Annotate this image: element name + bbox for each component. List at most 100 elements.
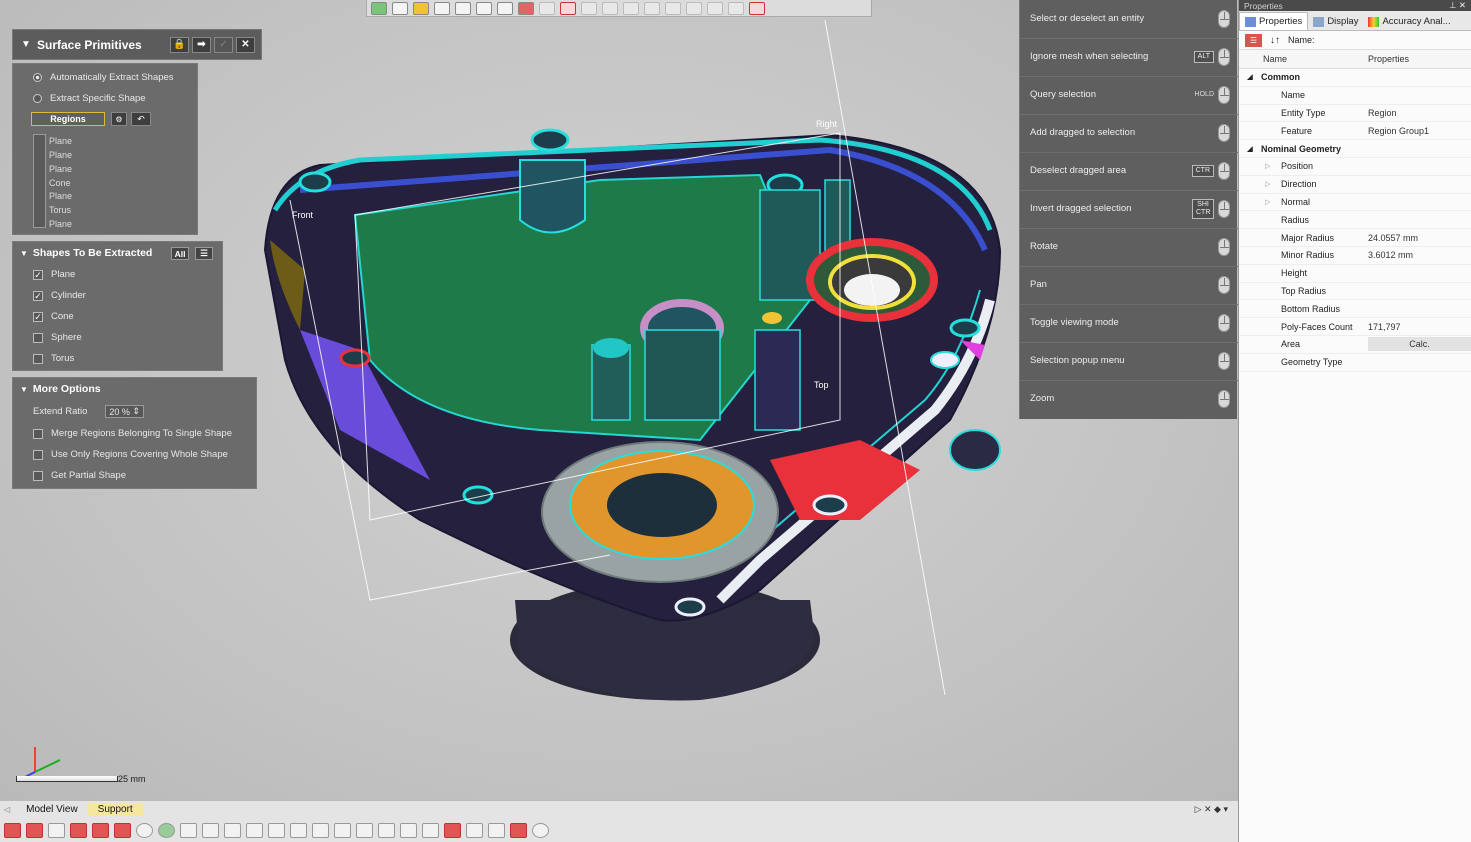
support-tool-icon[interactable] xyxy=(422,822,439,838)
shape-option-plane[interactable]: ✓ Plane xyxy=(33,269,75,280)
table-row[interactable]: Feature Region Group1 xyxy=(1239,122,1471,141)
poly-select-icon[interactable] xyxy=(602,1,618,15)
lock-button[interactable]: 🔒 xyxy=(170,36,189,53)
render-mode-icon[interactable] xyxy=(413,1,429,15)
support-tool-icon[interactable] xyxy=(158,822,175,838)
categorized-view-icon[interactable]: ☰ xyxy=(1245,33,1262,47)
scroll-left-icon[interactable]: ◁ xyxy=(4,805,10,814)
circle-select-icon[interactable] xyxy=(581,1,597,15)
radio-auto-indicator[interactable] xyxy=(33,73,42,82)
tab-controls-icon[interactable]: ▷ ✕ ◆ ▾ xyxy=(1195,804,1228,815)
region-list-item[interactable]: Plane xyxy=(49,191,72,201)
region-list-item[interactable]: Plane xyxy=(49,164,72,174)
shape-option-torus[interactable]: Torus xyxy=(33,353,74,364)
support-tool-icon[interactable] xyxy=(92,822,109,838)
table-row[interactable]: ◢ Common xyxy=(1239,69,1471,87)
support-tool-icon[interactable] xyxy=(70,822,87,838)
support-tool-icon[interactable] xyxy=(378,822,395,838)
front-view-icon[interactable] xyxy=(434,1,450,15)
expand-icon[interactable]: ◢ xyxy=(1239,73,1261,81)
select-mode-icon[interactable] xyxy=(518,1,534,15)
region-list-item[interactable]: Cone xyxy=(49,178,71,188)
home-view-icon[interactable] xyxy=(371,1,387,15)
brush-select-icon[interactable] xyxy=(644,1,660,15)
whole-shape-option[interactable]: Use Only Regions Covering Whole Shape xyxy=(33,449,228,460)
support-tool-icon[interactable] xyxy=(444,822,461,838)
calc-area-button[interactable]: Calc. xyxy=(1368,337,1471,352)
next-button[interactable]: ➡ xyxy=(192,36,211,53)
shape-option-cone[interactable]: ✓ Cone xyxy=(33,311,74,322)
table-row[interactable]: Name xyxy=(1239,87,1471,105)
expand-arrow-icon[interactable]: ▷ xyxy=(1239,162,1281,170)
table-row[interactable]: Bottom Radius xyxy=(1239,300,1471,319)
table-row[interactable]: Radius xyxy=(1239,211,1471,230)
paint-select-icon[interactable] xyxy=(665,1,681,15)
region-list-item[interactable]: Plane xyxy=(49,150,72,160)
shapes-section-header[interactable]: ▼ Shapes To Be Extracted xyxy=(13,242,222,264)
checkbox-partial-shape[interactable] xyxy=(33,470,43,481)
table-row[interactable]: ▷ Direction xyxy=(1239,176,1471,194)
support-tool-icon[interactable] xyxy=(532,822,549,838)
support-tool-icon[interactable] xyxy=(466,822,483,838)
support-tool-icon[interactable] xyxy=(114,822,131,838)
support-tool-icon[interactable] xyxy=(4,822,21,838)
smart-select-icon[interactable] xyxy=(728,1,744,15)
support-tool-icon[interactable] xyxy=(356,822,373,838)
close-button[interactable]: ✕ xyxy=(236,36,255,53)
support-tool-icon[interactable] xyxy=(510,822,527,838)
cube-view-icon[interactable] xyxy=(392,1,408,15)
support-tool-icon[interactable] xyxy=(26,822,43,838)
checkbox-torus[interactable] xyxy=(33,353,43,364)
table-row[interactable]: Top Radius xyxy=(1239,283,1471,301)
radio-specific-indicator[interactable] xyxy=(33,94,42,103)
table-row[interactable]: ▷ Position xyxy=(1239,158,1471,176)
checkbox-cylinder[interactable]: ✓ xyxy=(33,290,43,301)
support-tool-icon[interactable] xyxy=(202,822,219,838)
clip-icon[interactable] xyxy=(476,1,492,15)
select-all-button[interactable]: All xyxy=(171,247,189,260)
rect-select-icon[interactable] xyxy=(560,1,576,15)
support-tool-icon[interactable] xyxy=(246,822,263,838)
extension-select-icon[interactable] xyxy=(707,1,723,15)
tab-display[interactable]: Display xyxy=(1308,13,1363,30)
sort-alpha-icon[interactable]: ↓↑ xyxy=(1270,35,1280,46)
tab-accuracy-analyzer[interactable]: Accuracy Anal... xyxy=(1363,13,1455,30)
merge-regions-option[interactable]: Merge Regions Belonging To Single Shape xyxy=(33,428,232,439)
radio-specific-extract[interactable]: Extract Specific Shape xyxy=(33,93,146,104)
support-tool-icon[interactable] xyxy=(224,822,241,838)
ok-button[interactable]: ✓ xyxy=(214,36,233,53)
support-tool-icon[interactable] xyxy=(180,822,197,838)
checkbox-whole-shape[interactable] xyxy=(33,449,43,460)
shapes-options-button[interactable]: ☰ xyxy=(195,247,213,260)
checkbox-merge-regions[interactable] xyxy=(33,428,43,439)
table-row[interactable]: Major Radius 24.0557 mm xyxy=(1239,229,1471,247)
more-options-header[interactable]: ▼ More Options xyxy=(13,378,256,400)
support-tool-icon[interactable] xyxy=(400,822,417,838)
table-row[interactable]: Area Calc. xyxy=(1239,336,1471,354)
table-row[interactable]: Poly-Faces Count 171,797 xyxy=(1239,318,1471,336)
region-list-scrollbar[interactable] xyxy=(33,134,46,228)
support-tool-icon[interactable] xyxy=(268,822,285,838)
shape-option-cylinder[interactable]: ✓ Cylinder xyxy=(33,290,86,301)
expand-icon[interactable]: ◢ xyxy=(1239,145,1261,153)
region-list-item[interactable]: Torus xyxy=(49,205,71,215)
tab-model-view[interactable]: Model View xyxy=(16,803,88,816)
table-row[interactable]: Entity Type Region xyxy=(1239,105,1471,123)
region-list-item[interactable]: Plane xyxy=(49,136,72,146)
spinner-arrows-icon[interactable]: ⇕ xyxy=(132,406,140,417)
table-row[interactable]: Minor Radius 3.6012 mm xyxy=(1239,247,1471,265)
support-tool-icon[interactable] xyxy=(290,822,307,838)
checkbox-plane[interactable]: ✓ xyxy=(33,269,43,280)
support-tool-icon[interactable] xyxy=(312,822,329,838)
split-view-icon[interactable] xyxy=(497,1,513,15)
support-tool-icon[interactable] xyxy=(136,822,153,838)
lasso-select-icon[interactable] xyxy=(623,1,639,15)
section-view-icon[interactable] xyxy=(455,1,471,15)
partial-shape-option[interactable]: Get Partial Shape xyxy=(33,470,126,481)
table-row[interactable]: Height xyxy=(1239,265,1471,283)
radio-auto-extract[interactable]: Automatically Extract Shapes xyxy=(33,72,174,83)
fill-select-icon[interactable] xyxy=(686,1,702,15)
regions-settings-button[interactable]: ⚙ xyxy=(111,112,127,126)
table-row[interactable]: ▷ Normal xyxy=(1239,194,1471,212)
checkbox-cone[interactable]: ✓ xyxy=(33,311,43,322)
